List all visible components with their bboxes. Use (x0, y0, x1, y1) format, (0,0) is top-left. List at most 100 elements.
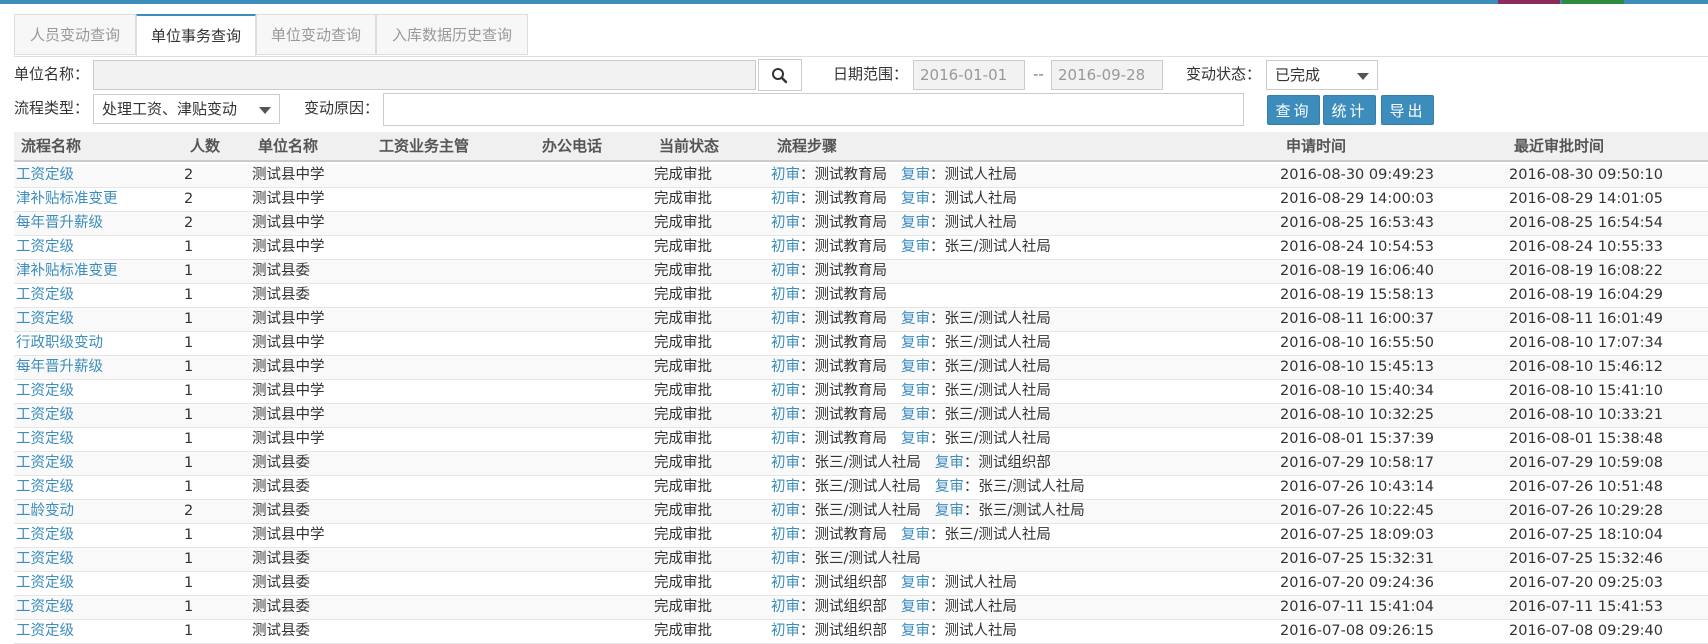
col-unit-name[interactable]: 单位名称 (258, 132, 318, 160)
cell-count: 1 (184, 551, 194, 567)
table-row[interactable]: 津补贴标准变更 2 测试县中学 完成审批 初审：测试教育局 复审：测试人社局 2016-08… (14, 188, 1708, 212)
cell-flow-steps: 初审：测试教育局 复审：张三/测试人社局 (771, 404, 1051, 427)
step-tag: 初审 (771, 335, 800, 351)
tab-person-change[interactable]: 人员变动查询 (14, 14, 136, 55)
flow-type-select[interactable]: 处理工资、津贴变动 (93, 94, 280, 124)
flow-name-link[interactable]: 工资定级 (16, 524, 74, 547)
table-row[interactable]: 工资定级 1 测试县委 完成审批 初审：测试组织部 复审：测试人社局 2016-07-08 … (14, 620, 1708, 644)
cell-flow-steps: 初审：测试组织部 复审：测试人社局 (771, 596, 1017, 619)
col-salary-manager[interactable]: 工资业务主管 (379, 132, 469, 160)
table-row[interactable]: 工资定级 1 测试县中学 完成审批 初审：测试教育局 复审：张三/测试人社局 2016-08… (14, 308, 1708, 332)
tab-unit-change[interactable]: 单位变动查询 (256, 14, 376, 55)
cell-flow-steps: 初审：测试教育局 复审：张三/测试人社局 (771, 524, 1051, 547)
flow-name-link[interactable]: 工资定级 (16, 596, 74, 619)
step-tag: 复审 (901, 215, 930, 231)
export-button[interactable]: 导出 (1381, 95, 1434, 125)
table-row[interactable]: 工资定级 1 测试县中学 完成审批 初审：测试教育局 复审：张三/测试人社局 2016-08… (14, 428, 1708, 452)
table-row[interactable]: 工资定级 1 测试县委 完成审批 初审：张三/测试人社局 复审：张三/测试人社局 2016-… (14, 476, 1708, 500)
cell-flow-steps: 初审：张三/测试人社局 复审：张三/测试人社局 (771, 500, 1085, 523)
col-flow-steps[interactable]: 流程步骤 (777, 132, 837, 160)
table-row[interactable]: 工资定级 1 测试县委 完成审批 初审：测试组织部 复审：测试人社局 2016-07-20 … (14, 572, 1708, 596)
change-status-select[interactable]: 已完成 (1266, 60, 1378, 90)
table-row[interactable]: 工资定级 1 测试县中学 完成审批 初审：测试教育局 复审：张三/测试人社局 2016-08… (14, 380, 1708, 404)
table-row[interactable]: 工龄变动 2 测试县委 完成审批 初审：张三/测试人社局 复审：张三/测试人社局 2016-… (14, 500, 1708, 524)
table-row[interactable]: 每年晋升薪级 1 测试县中学 完成审批 初审：测试教育局 复审：张三/测试人社局 2016-… (14, 356, 1708, 380)
search-button[interactable] (758, 59, 802, 91)
flow-name-link[interactable]: 工资定级 (16, 476, 74, 499)
table-row[interactable]: 工资定级 1 测试县中学 完成审批 初审：测试教育局 复审：张三/测试人社局 2016-08… (14, 404, 1708, 428)
flow-name-link[interactable]: 津补贴标准变更 (16, 260, 118, 283)
table-row[interactable]: 行政职级变动 1 测试县中学 完成审批 初审：测试教育局 复审：张三/测试人社局 2016-… (14, 332, 1708, 356)
flow-name-link[interactable]: 行政职级变动 (16, 332, 103, 355)
unit-name-input[interactable] (93, 60, 756, 90)
flow-name-link[interactable]: 工资定级 (16, 380, 74, 403)
cell-count: 1 (184, 239, 194, 255)
cell-flow-steps: 初审：测试教育局 (771, 260, 887, 283)
cell-unit-name: 测试县委 (252, 455, 310, 471)
change-status-value: 已完成 (1275, 66, 1321, 84)
flow-name-link[interactable]: 工资定级 (16, 284, 74, 307)
flow-name-link[interactable]: 工资定级 (16, 404, 74, 427)
table-row[interactable]: 工资定级 1 测试县中学 完成审批 初审：测试教育局 复审：张三/测试人社局 2016-07… (14, 524, 1708, 548)
step-value: ：张三/测试人社局 (930, 335, 1051, 351)
step-tag: 初审 (771, 311, 800, 327)
step-tag: 复审 (901, 167, 930, 183)
cell-approve-time: 2016-08-10 15:41:10 (1509, 383, 1663, 399)
col-office-phone[interactable]: 办公电话 (542, 132, 602, 160)
step-tag: 复审 (901, 623, 930, 639)
flow-name-link[interactable]: 工资定级 (16, 452, 74, 475)
step-value: ：张三/测试人社局 (963, 503, 1085, 519)
flow-name-link[interactable]: 工资定级 (16, 236, 74, 259)
cell-status: 完成审批 (654, 527, 712, 543)
col-last-approve-time[interactable]: 最近审批时间 (1514, 132, 1604, 160)
date-from-input[interactable]: 2016-01-01 (913, 60, 1025, 90)
flow-name-link[interactable]: 工龄变动 (16, 500, 74, 523)
cell-apply-time: 2016-08-25 16:53:43 (1280, 215, 1434, 231)
flow-name-link[interactable]: 工资定级 (16, 428, 74, 451)
query-button[interactable]: 查询 (1267, 95, 1320, 125)
step-value: ：测试教育局 (800, 383, 887, 399)
col-current-status[interactable]: 当前状态 (659, 132, 719, 160)
date-to-input[interactable]: 2016-09-28 (1051, 60, 1163, 90)
flow-name-link[interactable]: 工资定级 (16, 548, 74, 571)
step-tag: 复审 (901, 431, 930, 447)
flow-name-link[interactable]: 工资定级 (16, 572, 74, 595)
col-count[interactable]: 人数 (190, 132, 220, 160)
col-flow-name[interactable]: 流程名称 (21, 132, 81, 160)
step-tag: 初审 (771, 479, 800, 495)
flow-name-link[interactable]: 工资定级 (16, 164, 74, 187)
cell-approve-time: 2016-07-29 10:59:08 (1509, 455, 1663, 471)
table-row[interactable]: 工资定级 1 测试县委 完成审批 初审：张三/测试人社局 2016-07-25 15:32… (14, 548, 1708, 572)
cell-status: 完成审批 (654, 551, 712, 567)
col-apply-time[interactable]: 申请时间 (1286, 132, 1346, 160)
date-separator: -- (1033, 65, 1044, 83)
stats-button[interactable]: 统计 (1323, 95, 1376, 125)
table-row[interactable]: 每年晋升薪级 2 测试县中学 完成审批 初审：测试教育局 复审：测试人社局 2016-08-… (14, 212, 1708, 236)
cell-flow-steps: 初审：测试教育局 复审：测试人社局 (771, 188, 1017, 211)
tab-storage-history[interactable]: 入库数据历史查询 (376, 14, 528, 55)
table-row[interactable]: 工资定级 1 测试县委 完成审批 初审：测试教育局 2016-08-19 15:58:13… (14, 284, 1708, 308)
flow-name-link[interactable]: 津补贴标准变更 (16, 188, 118, 211)
flow-name-link[interactable]: 每年晋升薪级 (16, 212, 103, 235)
table-row[interactable]: 工资定级 2 测试县中学 完成审批 初审：测试教育局 复审：测试人社局 2016-08-30… (14, 164, 1708, 188)
change-reason-input[interactable] (383, 93, 1244, 126)
flow-name-link[interactable]: 每年晋升薪级 (16, 356, 103, 379)
table-row[interactable]: 工资定级 1 测试县委 完成审批 初审：测试组织部 复审：测试人社局 2016-07-11 … (14, 596, 1708, 620)
step-value: ：测试教育局 (800, 311, 887, 327)
step-tag: 复审 (934, 455, 964, 471)
step-tag: 复审 (901, 239, 930, 255)
cell-status: 完成审批 (654, 431, 712, 447)
step-value: ：张三/测试人社局 (963, 479, 1085, 495)
flow-name-link[interactable]: 工资定级 (16, 308, 74, 331)
tab-unit-affairs[interactable]: 单位事务查询 (136, 14, 256, 57)
cell-apply-time: 2016-07-11 15:41:04 (1280, 599, 1434, 615)
table-row[interactable]: 工资定级 1 测试县委 完成审批 初审：张三/测试人社局 复审：测试组织部 2016-07-… (14, 452, 1708, 476)
top-accent-segment (1432, 0, 1496, 4)
cell-approve-time: 2016-07-26 10:51:48 (1509, 479, 1663, 495)
table-row[interactable]: 津补贴标准变更 1 测试县委 完成审批 初审：测试教育局 2016-08-19 16:06… (14, 260, 1708, 284)
cell-approve-time: 2016-08-11 16:01:49 (1509, 311, 1663, 327)
table-row[interactable]: 工资定级 1 测试县中学 完成审批 初审：测试教育局 复审：张三/测试人社局 2016-08… (14, 236, 1708, 260)
cell-flow-steps: 初审：测试教育局 复审：张三/测试人社局 (771, 356, 1051, 379)
cell-count: 2 (184, 503, 194, 519)
cell-unit-name: 测试县委 (252, 551, 310, 567)
